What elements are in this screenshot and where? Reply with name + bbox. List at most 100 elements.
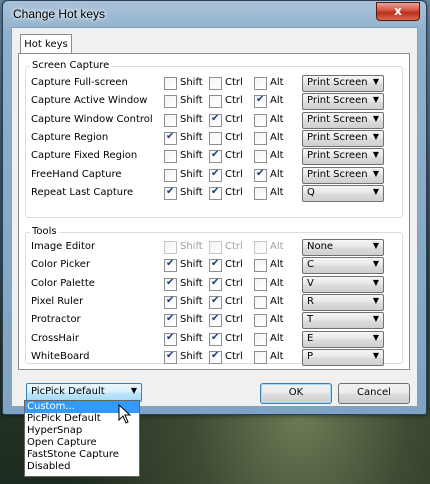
hotkey-row: Capture Window Control Shift Ctrl Alt Print … [26, 111, 402, 130]
key-select-value: Print Screen [307, 131, 368, 143]
ctrl-checkbox[interactable] [209, 131, 222, 145]
alt-checkbox[interactable] [254, 295, 267, 309]
hotkey-label: Color Palette [31, 277, 95, 289]
alt-checkbox[interactable] [254, 314, 267, 328]
key-select-value: Print Screen [307, 168, 368, 180]
hotkey-row: ProtractorShiftCtrlAltT▼ [26, 312, 402, 330]
key-select[interactable]: C ▼ [302, 257, 384, 275]
ctrl-checkbox[interactable] [209, 350, 222, 364]
alt-checkbox[interactable] [254, 259, 267, 273]
shift-label: Shift [180, 95, 203, 107]
shift-checkbox[interactable] [164, 332, 177, 346]
ctrl-checkbox[interactable] [209, 168, 222, 182]
shift-label: Shift [180, 113, 203, 125]
close-button[interactable]: x [376, 2, 420, 21]
key-select[interactable]: E ▼ [302, 330, 384, 348]
key-select[interactable]: Print Screen ▼ [302, 148, 384, 166]
alt-checkbox[interactable] [254, 168, 267, 182]
alt-checkbox[interactable] [254, 94, 267, 109]
ctrl-checkbox[interactable] [209, 258, 222, 273]
ctrl-checkbox[interactable] [209, 186, 222, 200]
chevron-down-icon: ▼ [372, 295, 379, 305]
preset-value: PicPick Default [31, 386, 105, 397]
ctrl-label: Ctrl [225, 186, 243, 198]
alt-checkbox [254, 241, 267, 254]
shift-checkbox[interactable] [164, 131, 177, 145]
ctrl-checkbox[interactable] [209, 277, 222, 291]
shift-checkbox[interactable] [164, 77, 177, 90]
alt-checkbox[interactable] [254, 113, 267, 127]
key-select[interactable]: Print Screen ▼ [302, 166, 384, 184]
shift-label: Shift [180, 277, 203, 289]
close-icon: x [394, 4, 402, 18]
dropdown-option[interactable]: HyperSnap [25, 425, 139, 437]
ctrl-checkbox[interactable] [209, 113, 222, 127]
ctrl-label: Ctrl [225, 259, 243, 271]
ctrl-checkbox [209, 241, 222, 254]
key-select[interactable]: Print Screen ▼ [302, 93, 384, 111]
ctrl-checkbox[interactable] [209, 77, 222, 90]
key-select[interactable]: Q ▼ [302, 184, 384, 202]
shift-checkbox[interactable] [164, 295, 177, 309]
dropdown-option[interactable]: FastStone Capture [25, 449, 139, 461]
alt-label: Alt [270, 95, 284, 107]
mouse-pointer-icon [118, 404, 132, 424]
key-select[interactable]: Print Screen ▼ [302, 111, 384, 129]
shift-label: Shift [180, 168, 203, 180]
key-select[interactable]: V ▼ [302, 275, 384, 293]
alt-checkbox[interactable] [254, 77, 267, 90]
hotkey-row: Capture Region Shift Ctrl Alt Print Screen ▼ [26, 129, 402, 148]
alt-checkbox[interactable] [254, 186, 267, 200]
dropdown-option[interactable]: Open Capture [25, 437, 139, 449]
key-select[interactable]: Print Screen ▼ [302, 129, 384, 147]
hotkey-label: Image Editor [31, 241, 96, 252]
key-select[interactable]: T ▼ [302, 312, 384, 330]
ctrl-label: Ctrl [225, 277, 243, 289]
shift-checkbox[interactable] [164, 186, 177, 200]
alt-checkbox[interactable] [254, 350, 267, 364]
key-select[interactable]: P ▼ [302, 348, 384, 366]
shift-checkbox[interactable] [164, 258, 177, 273]
shift-checkbox[interactable] [164, 350, 177, 364]
ok-button[interactable]: OK [260, 383, 332, 404]
alt-label: Alt [270, 150, 284, 162]
shift-checkbox[interactable] [164, 277, 177, 291]
tab-hot-keys[interactable]: Hot keys [20, 34, 72, 55]
key-select[interactable]: Print Screen ▼ [302, 75, 384, 92]
ctrl-checkbox[interactable] [209, 295, 222, 309]
key-select[interactable]: None ▼ [302, 239, 384, 256]
dropdown-option[interactable]: Disabled [25, 461, 139, 473]
ctrl-checkbox[interactable] [209, 95, 222, 109]
ctrl-checkbox[interactable] [209, 149, 222, 164]
ctrl-checkbox[interactable] [209, 313, 222, 328]
ctrl-checkbox[interactable] [209, 332, 222, 346]
hotkey-row: Color PickerShiftCtrlAltC▼ [26, 257, 402, 275]
ctrl-label: Ctrl [225, 113, 243, 125]
shift-label: Shift [180, 332, 203, 344]
shift-checkbox[interactable] [164, 168, 177, 182]
shift-checkbox[interactable] [164, 313, 177, 328]
group-title: Screen Capture [30, 60, 112, 71]
screen-capture-group: Screen Capture Capture Full-screen Shift C… [25, 60, 403, 218]
shift-checkbox[interactable] [164, 150, 177, 164]
shift-label: Shift [180, 350, 203, 362]
alt-checkbox[interactable] [254, 332, 267, 346]
ctrl-label: Ctrl [225, 241, 243, 252]
alt-checkbox[interactable] [254, 131, 267, 145]
hotkeys-tab-panel: Screen Capture Capture Full-screen Shift C… [18, 53, 410, 370]
shift-checkbox[interactable] [164, 113, 177, 127]
shift-checkbox[interactable] [164, 95, 177, 109]
ctrl-label: Ctrl [225, 314, 243, 326]
chevron-down-icon: ▼ [372, 277, 379, 287]
alt-label: Alt [270, 314, 284, 326]
chevron-down-icon: ▼ [130, 386, 137, 395]
hotkey-row: Capture Fixed Region Shift Ctrl Alt Print Sc… [26, 148, 402, 166]
key-select[interactable]: R ▼ [302, 293, 384, 311]
hotkey-row: Color PaletteShiftCtrlAltV▼ [26, 275, 402, 294]
alt-label: Alt [270, 350, 284, 362]
alt-checkbox[interactable] [254, 277, 267, 291]
ctrl-label: Ctrl [225, 77, 243, 88]
alt-checkbox[interactable] [254, 150, 267, 164]
cancel-button[interactable]: Cancel [338, 383, 410, 404]
shift-label: Shift [180, 314, 203, 326]
